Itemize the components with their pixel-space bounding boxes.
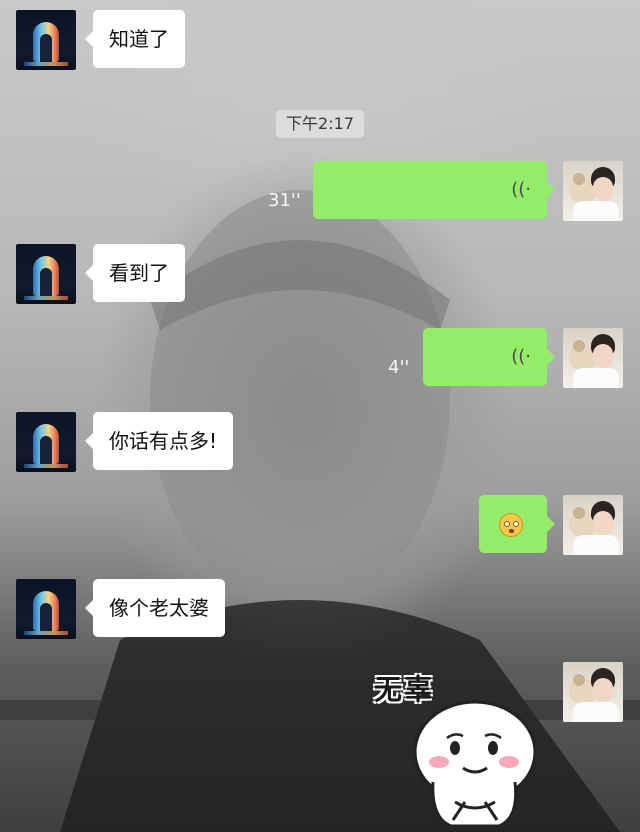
sent-voice-bubble[interactable]: ((· [313, 161, 555, 219]
timestamp-label: 下午2:17 [276, 110, 364, 138]
message-text: 知道了 [109, 27, 169, 51]
my-avatar[interactable] [563, 495, 623, 555]
my-avatar[interactable] [563, 662, 623, 722]
message-text: 像个老太婆 [109, 596, 209, 620]
voice-duration: 31'' [268, 190, 301, 211]
my-avatar[interactable] [563, 328, 623, 388]
voice-duration: 4'' [388, 357, 410, 378]
innocent-dumpling-sticker[interactable] [403, 690, 543, 832]
received-message-bubble[interactable]: 知道了 [85, 10, 185, 68]
contact-avatar[interactable] [16, 244, 76, 304]
voice-wave-icon: ((· [511, 346, 531, 367]
message-text: 你话有点多! [109, 429, 218, 453]
received-message-bubble[interactable]: 看到了 [85, 244, 185, 302]
voice-wave-icon: ((· [511, 179, 531, 200]
contact-avatar[interactable] [16, 412, 76, 472]
message-text: 看到了 [109, 261, 169, 285]
received-message-bubble[interactable]: 像个老太婆 [85, 579, 225, 637]
wide-eyed-face-emoji [499, 513, 523, 537]
received-message-bubble[interactable]: 你话有点多! [84, 412, 234, 470]
sent-voice-bubble[interactable]: ((· [423, 328, 555, 386]
contact-avatar[interactable] [16, 10, 76, 70]
my-avatar[interactable] [563, 161, 623, 221]
contact-avatar[interactable] [16, 579, 76, 639]
